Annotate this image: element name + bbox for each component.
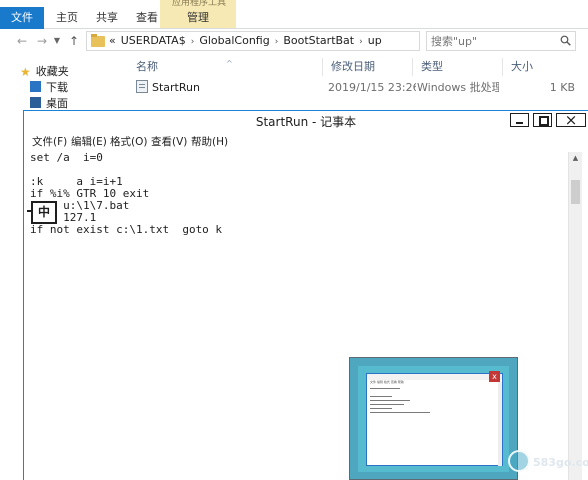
thumbnail-window: 文件 编辑 格式 查看 帮助 x — [366, 371, 503, 466]
thumbnail-close-button[interactable]: x — [489, 371, 500, 382]
folder-icon — [91, 34, 105, 47]
chevron-down-icon[interactable]: ▼ — [52, 33, 62, 49]
menu-format[interactable]: 格式(O) — [110, 133, 147, 152]
file-name-cell: StartRun — [136, 78, 321, 98]
breadcrumb-separator[interactable]: › — [191, 37, 195, 47]
nav-item-label: 下载 — [46, 81, 68, 94]
tab-view[interactable]: 查看 — [130, 7, 164, 29]
watermark: 583go.com — [508, 450, 588, 476]
thumbnail-scrollbar — [498, 382, 502, 466]
column-header-type[interactable]: 类型 — [413, 58, 503, 76]
search-input[interactable] — [431, 32, 559, 50]
watermark-logo-icon — [508, 450, 530, 472]
address-bar[interactable]: «USERDATA$ › GlobalConfig › BootStartBat › up … — [86, 31, 509, 51]
menu-edit[interactable]: 编辑(E) — [71, 133, 107, 152]
menu-help[interactable]: 帮助(H) — [191, 133, 228, 152]
scroll-up-icon[interactable]: ▲ — [569, 152, 582, 165]
editor-content[interactable]: set /a i=0 :k a i=i+1 if %i% GTR 10 exit… — [30, 152, 550, 236]
close-button[interactable] — [556, 111, 586, 129]
tab-file[interactable]: 文件 — [0, 7, 44, 29]
sort-arrow-icon: ^ — [226, 59, 233, 68]
nav-item-label: 桌面 — [46, 97, 68, 110]
title-bar[interactable]: StartRun - 记事本 — [24, 111, 588, 133]
batch-file-icon — [136, 80, 148, 93]
breadcrumb: « USERDATA$ › GlobalConfig › BootStartBat › up — [109, 32, 387, 50]
taskbar-thumbnail-preview[interactable]: 文件 编辑 格式 查看 帮助 x — [349, 357, 518, 480]
breadcrumb-separator[interactable]: › — [359, 37, 363, 47]
forward-arrow-icon[interactable]: → — [34, 33, 50, 49]
breadcrumb-item-up[interactable]: up — [368, 34, 382, 47]
column-header-name[interactable]: 名称 ^ — [128, 58, 323, 76]
tab-home[interactable]: 主页 — [50, 7, 84, 29]
breadcrumb-separator[interactable]: › — [275, 37, 279, 47]
column-header-date[interactable]: 修改日期 — [323, 58, 413, 76]
nav-item-downloads[interactable]: 下载 — [30, 80, 68, 96]
tab-manage[interactable]: 管理 — [178, 7, 218, 29]
maximize-button[interactable] — [533, 113, 552, 127]
thumbnail-menu: 文件 编辑 格式 查看 帮助 — [370, 380, 404, 384]
thumbnail-text-lines — [370, 388, 490, 416]
ime-indicator: 中 — [27, 201, 57, 224]
breadcrumb-overflow[interactable]: « — [109, 34, 116, 47]
ribbon-tabs: 文件 主页 共享 查看 管理 — [0, 7, 588, 29]
nav-item-favorites[interactable]: ★ 收藏夹 — [20, 64, 69, 80]
tab-share[interactable]: 共享 — [90, 7, 124, 29]
minimize-button[interactable] — [510, 113, 529, 127]
download-folder-icon — [30, 81, 41, 92]
column-headers: 名称 ^ 修改日期 类型 大小 — [128, 58, 588, 76]
file-name: StartRun — [152, 81, 200, 94]
breadcrumb-item-bootstartbat[interactable]: BootStartBat — [283, 34, 354, 47]
desktop-icon — [30, 97, 41, 108]
breadcrumb-item-globalconfig[interactable]: GlobalConfig — [199, 34, 269, 47]
search-box[interactable] — [426, 31, 576, 51]
up-arrow-icon[interactable]: ↑ — [66, 33, 82, 49]
thumbnail-background: 文件 编辑 格式 查看 帮助 x — [358, 366, 509, 472]
file-size: 1 KB — [549, 81, 575, 94]
column-header-label: 名称 — [136, 60, 158, 73]
scrollbar-thumb[interactable] — [571, 180, 580, 204]
menu-view[interactable]: 查看(V) — [151, 133, 187, 152]
file-type: Windows 批处理... — [417, 81, 499, 94]
column-header-size[interactable]: 大小 — [503, 58, 573, 76]
menu-bar: 文件(F) 编辑(E) 格式(O) 查看(V) 帮助(H) — [24, 133, 588, 152]
file-row[interactable]: StartRun 2019/1/15 23:26 Windows 批处理... … — [128, 78, 588, 98]
ribbon-context-label: 应用程序工具 — [172, 0, 227, 6]
vertical-scrollbar[interactable]: ▲ — [568, 152, 582, 480]
window-title: StartRun - 记事本 — [255, 115, 357, 129]
file-date: 2019/1/15 23:26 — [328, 81, 416, 94]
search-icon[interactable] — [560, 35, 571, 46]
star-icon: ★ — [20, 65, 31, 79]
menu-file[interactable]: 文件(F) — [32, 133, 67, 152]
breadcrumb-item-userdata[interactable]: USERDATA$ — [121, 34, 186, 47]
navigation-pane: ★ 收藏夹 下载 桌面 — [0, 58, 125, 118]
back-arrow-icon[interactable]: ← — [14, 33, 30, 49]
watermark-text: 583go.com — [533, 456, 588, 469]
navigation-bar: ← → ▼ ↑ « USERDATA$ › GlobalConfig › BootStar… — [0, 29, 588, 53]
nav-item-label: 收藏夹 — [35, 65, 69, 78]
